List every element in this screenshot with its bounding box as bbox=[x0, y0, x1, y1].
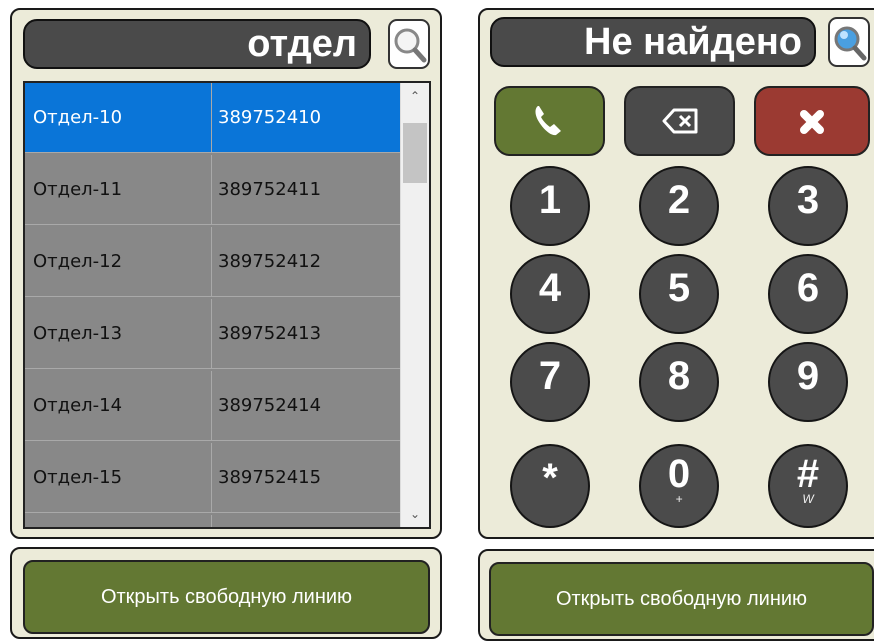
contact-row[interactable]: Отдел-10 389752410 bbox=[25, 83, 401, 155]
contact-number: 389752410 bbox=[212, 83, 401, 153]
contact-number: 389752415 bbox=[212, 443, 401, 513]
phone-icon bbox=[535, 106, 561, 136]
close-icon bbox=[800, 110, 824, 134]
contact-name: Отдел-10 bbox=[25, 83, 212, 153]
contact-row[interactable]: Отдел-15 389752415 bbox=[25, 443, 401, 515]
key-2[interactable]: 2 bbox=[639, 166, 719, 246]
open-line-button[interactable]: Открыть свободную линию bbox=[23, 560, 430, 634]
magnifier-icon bbox=[394, 28, 427, 63]
contact-number: 389752414 bbox=[212, 371, 401, 441]
key-digit: 4 bbox=[538, 266, 562, 310]
key-7[interactable]: 7 bbox=[510, 342, 590, 422]
contact-row[interactable]: Отдел-13 389752413 bbox=[25, 299, 401, 371]
key-digit: 6 bbox=[796, 266, 820, 310]
key-3[interactable]: 3 bbox=[768, 166, 848, 246]
key-subtext: + bbox=[675, 492, 683, 506]
key-digit: 8 bbox=[667, 354, 691, 398]
key-digit: 2 bbox=[667, 178, 691, 222]
call-button[interactable] bbox=[494, 86, 605, 156]
key-digit: 7 bbox=[538, 354, 562, 398]
contact-row[interactable]: Отдел-12 389752412 bbox=[25, 227, 401, 299]
scroll-thumb[interactable] bbox=[403, 123, 427, 183]
contact-number: 389752411 bbox=[212, 155, 401, 225]
scroll-up-icon[interactable]: ⌃ bbox=[401, 89, 429, 103]
contact-row[interactable] bbox=[25, 515, 401, 527]
contact-name: Отдел-11 bbox=[25, 155, 212, 225]
key-digit: 0 bbox=[667, 452, 691, 496]
key-digit: 3 bbox=[796, 178, 820, 222]
contact-row[interactable]: Отдел-11 389752411 bbox=[25, 155, 401, 227]
key-5[interactable]: 5 bbox=[639, 254, 719, 334]
search-input[interactable]: отдел bbox=[23, 19, 371, 69]
key-digit: 5 bbox=[667, 266, 691, 310]
key-star[interactable]: * bbox=[510, 444, 590, 528]
key-6[interactable]: 6 bbox=[768, 254, 848, 334]
key-0[interactable]: 0 + bbox=[639, 444, 719, 528]
backspace-icon bbox=[662, 108, 698, 134]
contact-name bbox=[25, 515, 212, 527]
backspace-button[interactable] bbox=[624, 86, 735, 156]
key-digit: 9 bbox=[796, 354, 820, 398]
contact-number: 389752412 bbox=[212, 227, 401, 297]
contact-name: Отдел-15 bbox=[25, 443, 212, 513]
dialer-search-button[interactable] bbox=[828, 17, 870, 67]
key-digit: * bbox=[542, 456, 558, 500]
key-hash[interactable]: # W bbox=[768, 444, 848, 528]
contact-row[interactable]: Отдел-14 389752414 bbox=[25, 371, 401, 443]
contact-name: Отдел-14 bbox=[25, 371, 212, 441]
key-digit: 1 bbox=[538, 178, 562, 222]
search-button[interactable] bbox=[388, 19, 430, 69]
magnifier-blue-icon bbox=[834, 26, 867, 61]
contact-list[interactable]: Отдел-10 389752410 Отдел-11 389752411 Отдел-… bbox=[23, 81, 431, 529]
key-4[interactable]: 4 bbox=[510, 254, 590, 334]
contact-name: Отдел-12 bbox=[25, 227, 212, 297]
key-digit: # bbox=[796, 452, 820, 496]
key-8[interactable]: 8 bbox=[639, 342, 719, 422]
hangup-button[interactable] bbox=[754, 86, 870, 156]
contact-number: 389752413 bbox=[212, 299, 401, 369]
list-scrollbar[interactable]: ⌃ ⌄ bbox=[400, 83, 429, 527]
contact-number bbox=[212, 515, 401, 527]
key-9[interactable]: 9 bbox=[768, 342, 848, 422]
contact-name: Отдел-13 bbox=[25, 299, 212, 369]
number-display[interactable]: Не найдено bbox=[490, 17, 816, 67]
key-1[interactable]: 1 bbox=[510, 166, 590, 246]
key-subtext: W bbox=[802, 492, 814, 506]
dialer-open-line-button[interactable]: Открыть свободную линию bbox=[489, 562, 874, 636]
scroll-down-icon[interactable]: ⌄ bbox=[401, 507, 429, 521]
